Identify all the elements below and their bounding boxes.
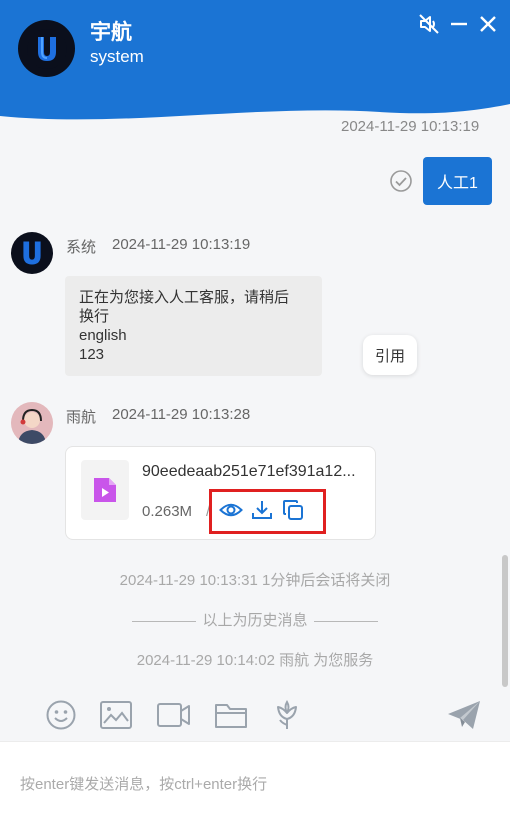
flower-icon — [277, 700, 297, 729]
message-time: 2024-11-29 10:13:28 — [112, 406, 251, 423]
check-circle-icon — [390, 170, 412, 192]
image-button[interactable] — [98, 697, 134, 733]
logo-u-icon — [23, 241, 41, 265]
message-time: 2024-11-29 10:13:19 — [112, 236, 251, 253]
eye-icon — [219, 503, 243, 517]
file-thumbnail — [81, 460, 129, 520]
message-timestamp: 2024-11-29 10:13:19 — [341, 118, 480, 135]
close-icon — [480, 16, 496, 32]
quote-button[interactable]: 引用 — [363, 335, 417, 375]
divider-line — [132, 620, 197, 622]
system-message-bubble: 正在为您接入人工客服，请稍后 换行 english 123 — [65, 276, 322, 376]
image-icon — [100, 701, 132, 729]
send-button[interactable] — [446, 697, 482, 733]
folder-icon — [215, 704, 247, 728]
video-icon — [157, 703, 190, 727]
file-size: 0.263M — [142, 503, 193, 520]
minimize-button[interactable] — [445, 10, 473, 38]
history-divider-label: 以上为历史消息 — [202, 612, 308, 629]
download-icon — [252, 501, 272, 519]
send-icon — [448, 701, 480, 729]
divider-line — [313, 620, 378, 622]
app-logo — [18, 20, 75, 77]
mute-button[interactable] — [415, 10, 443, 38]
message-input-area — [0, 741, 510, 835]
message-input[interactable] — [20, 770, 490, 798]
video-button[interactable] — [156, 697, 192, 733]
speaker-muted-icon — [419, 14, 439, 34]
emoji-icon — [46, 700, 76, 730]
agent-avatar — [11, 402, 53, 444]
system-avatar — [11, 232, 53, 274]
chat-header: 宇航 system — [0, 0, 510, 132]
session-close-notice: 2024-11-29 10:13:31 1分钟后会话将关闭 — [119, 572, 391, 589]
app-title: 宇航 — [90, 21, 132, 44]
flower-button[interactable] — [269, 697, 305, 733]
sender-name: 雨航 — [66, 409, 97, 426]
minimize-icon — [451, 22, 467, 26]
copy-file-button[interactable] — [280, 497, 306, 523]
emoji-button[interactable] — [43, 697, 79, 733]
app-subtitle: system — [90, 47, 144, 66]
close-button[interactable] — [474, 10, 502, 38]
file-name: 90eedeaab251e71ef391a12... — [142, 463, 356, 480]
history-divider: 以上为历史消息 — [0, 609, 510, 630]
preview-file-button[interactable] — [218, 497, 244, 523]
sender-name: 系统 — [66, 239, 97, 256]
download-file-button[interactable] — [249, 497, 275, 523]
agent-avatar-icon — [11, 402, 53, 444]
service-notice: 2024-11-29 10:14:02 雨航 为您服务 — [136, 652, 374, 669]
video-file-icon — [94, 478, 116, 502]
folder-button[interactable] — [213, 697, 249, 733]
logo-u-icon — [26, 28, 67, 69]
chat-scrollbar[interactable] — [502, 555, 508, 687]
copy-icon — [283, 500, 303, 520]
user-message-bubble: 人工1 — [423, 157, 492, 205]
